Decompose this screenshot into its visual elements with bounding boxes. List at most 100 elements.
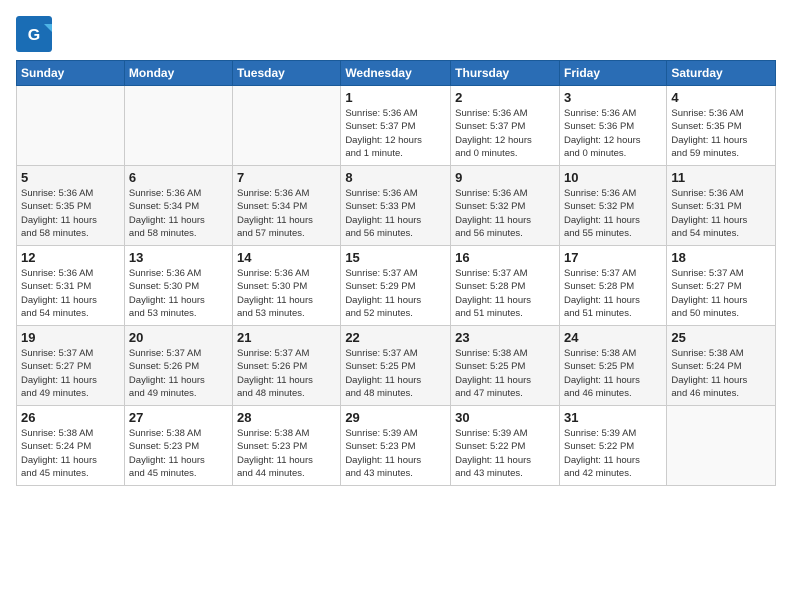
- day-info: Sunrise: 5:36 AM Sunset: 5:37 PM Dayligh…: [345, 107, 446, 160]
- calendar-cell: 1 Sunrise: 5:36 AM Sunset: 5:37 PM Daylig…: [341, 86, 451, 166]
- day-info: Sunrise: 5:39 AM Sunset: 5:23 PM Dayligh…: [345, 427, 446, 480]
- calendar-cell: 22 Sunrise: 5:37 AM Sunset: 5:25 PM Dayli…: [341, 326, 451, 406]
- logo: G: [16, 16, 56, 52]
- day-number: 24: [564, 330, 662, 345]
- logo-icon: G: [16, 16, 52, 52]
- day-number: 13: [129, 250, 228, 265]
- calendar-cell: 16Sunrise: 5:37 AM Sunset: 5:28 PM Dayli…: [451, 246, 560, 326]
- day-number: 11: [671, 170, 771, 185]
- calendar-header-saturday: Saturday: [667, 61, 776, 86]
- day-number: 7: [237, 170, 336, 185]
- calendar-cell: [233, 86, 341, 166]
- calendar-cell: 13Sunrise: 5:36 AM Sunset: 5:30 PM Dayli…: [124, 246, 232, 326]
- day-number: 8: [345, 170, 446, 185]
- day-number: 26: [21, 410, 120, 425]
- day-info: Sunrise: 5:39 AM Sunset: 5:22 PM Dayligh…: [564, 427, 662, 480]
- day-number: 22: [345, 330, 446, 345]
- day-info: Sunrise: 5:37 AM Sunset: 5:26 PM Dayligh…: [237, 347, 336, 400]
- day-number: 9: [455, 170, 555, 185]
- calendar-cell: 15 Sunrise: 5:37 AM Sunset: 5:29 PM Dayli…: [341, 246, 451, 326]
- calendar-cell: 27 Sunrise: 5:38 AM Sunset: 5:23 PM Dayli…: [124, 406, 232, 486]
- calendar-header-tuesday: Tuesday: [233, 61, 341, 86]
- day-number: 3: [564, 90, 662, 105]
- day-info: Sunrise: 5:36 AM Sunset: 5:31 PM Dayligh…: [671, 187, 771, 240]
- calendar-cell: 25 Sunrise: 5:38 AM Sunset: 5:24 PM Dayli…: [667, 326, 776, 406]
- calendar-cell: 20 Sunrise: 5:37 AM Sunset: 5:26 PM Dayli…: [124, 326, 232, 406]
- day-info: Sunrise: 5:36 AM Sunset: 5:33 PM Dayligh…: [345, 187, 446, 240]
- day-number: 10: [564, 170, 662, 185]
- calendar-week-row: 1 Sunrise: 5:36 AM Sunset: 5:37 PM Daylig…: [17, 86, 776, 166]
- day-info: Sunrise: 5:36 AM Sunset: 5:30 PM Dayligh…: [237, 267, 336, 320]
- day-info: Sunrise: 5:37 AM Sunset: 5:26 PM Dayligh…: [129, 347, 228, 400]
- day-info: Sunrise: 5:36 AM Sunset: 5:34 PM Dayligh…: [237, 187, 336, 240]
- calendar-body: 1 Sunrise: 5:36 AM Sunset: 5:37 PM Daylig…: [17, 86, 776, 486]
- day-number: 18: [671, 250, 771, 265]
- day-info: Sunrise: 5:38 AM Sunset: 5:25 PM Dayligh…: [564, 347, 662, 400]
- day-number: 21: [237, 330, 336, 345]
- calendar-cell: 11 Sunrise: 5:36 AM Sunset: 5:31 PM Dayli…: [667, 166, 776, 246]
- calendar-cell: [124, 86, 232, 166]
- calendar-header-row: SundayMondayTuesdayWednesdayThursdayFrid…: [17, 61, 776, 86]
- day-number: 25: [671, 330, 771, 345]
- calendar-week-row: 19Sunrise: 5:37 AM Sunset: 5:27 PM Dayli…: [17, 326, 776, 406]
- calendar-cell: [667, 406, 776, 486]
- calendar-cell: 3 Sunrise: 5:36 AM Sunset: 5:36 PM Daylig…: [559, 86, 666, 166]
- calendar-cell: 14 Sunrise: 5:36 AM Sunset: 5:30 PM Dayli…: [233, 246, 341, 326]
- day-info: Sunrise: 5:39 AM Sunset: 5:22 PM Dayligh…: [455, 427, 555, 480]
- day-info: Sunrise: 5:38 AM Sunset: 5:23 PM Dayligh…: [237, 427, 336, 480]
- day-info: Sunrise: 5:36 AM Sunset: 5:32 PM Dayligh…: [564, 187, 662, 240]
- day-info: Sunrise: 5:37 AM Sunset: 5:27 PM Dayligh…: [671, 267, 771, 320]
- calendar-cell: 31Sunrise: 5:39 AM Sunset: 5:22 PM Dayli…: [559, 406, 666, 486]
- day-number: 4: [671, 90, 771, 105]
- calendar-cell: 21 Sunrise: 5:37 AM Sunset: 5:26 PM Dayli…: [233, 326, 341, 406]
- day-info: Sunrise: 5:38 AM Sunset: 5:24 PM Dayligh…: [21, 427, 120, 480]
- svg-text:G: G: [28, 27, 40, 44]
- day-info: Sunrise: 5:36 AM Sunset: 5:34 PM Dayligh…: [129, 187, 228, 240]
- day-info: Sunrise: 5:36 AM Sunset: 5:31 PM Dayligh…: [21, 267, 120, 320]
- calendar-cell: 24 Sunrise: 5:38 AM Sunset: 5:25 PM Dayli…: [559, 326, 666, 406]
- calendar-cell: 4Sunrise: 5:36 AM Sunset: 5:35 PM Daylig…: [667, 86, 776, 166]
- calendar-cell: 19Sunrise: 5:37 AM Sunset: 5:27 PM Dayli…: [17, 326, 125, 406]
- day-info: Sunrise: 5:38 AM Sunset: 5:25 PM Dayligh…: [455, 347, 555, 400]
- calendar-cell: 26 Sunrise: 5:38 AM Sunset: 5:24 PM Dayli…: [17, 406, 125, 486]
- day-number: 1: [345, 90, 446, 105]
- day-info: Sunrise: 5:36 AM Sunset: 5:36 PM Dayligh…: [564, 107, 662, 160]
- day-info: Sunrise: 5:36 AM Sunset: 5:37 PM Dayligh…: [455, 107, 555, 160]
- calendar-header-thursday: Thursday: [451, 61, 560, 86]
- calendar-cell: [17, 86, 125, 166]
- calendar-header-wednesday: Wednesday: [341, 61, 451, 86]
- calendar-cell: 6 Sunrise: 5:36 AM Sunset: 5:34 PM Daylig…: [124, 166, 232, 246]
- day-info: Sunrise: 5:38 AM Sunset: 5:24 PM Dayligh…: [671, 347, 771, 400]
- calendar-cell: 10 Sunrise: 5:36 AM Sunset: 5:32 PM Dayli…: [559, 166, 666, 246]
- day-number: 14: [237, 250, 336, 265]
- calendar-cell: 7 Sunrise: 5:36 AM Sunset: 5:34 PM Daylig…: [233, 166, 341, 246]
- day-number: 6: [129, 170, 228, 185]
- day-number: 23: [455, 330, 555, 345]
- calendar-header-monday: Monday: [124, 61, 232, 86]
- calendar-cell: 29Sunrise: 5:39 AM Sunset: 5:23 PM Dayli…: [341, 406, 451, 486]
- day-info: Sunrise: 5:37 AM Sunset: 5:27 PM Dayligh…: [21, 347, 120, 400]
- calendar-cell: 2Sunrise: 5:36 AM Sunset: 5:37 PM Daylig…: [451, 86, 560, 166]
- calendar-cell: 18 Sunrise: 5:37 AM Sunset: 5:27 PM Dayli…: [667, 246, 776, 326]
- day-number: 20: [129, 330, 228, 345]
- day-info: Sunrise: 5:37 AM Sunset: 5:29 PM Dayligh…: [345, 267, 446, 320]
- day-info: Sunrise: 5:37 AM Sunset: 5:28 PM Dayligh…: [564, 267, 662, 320]
- calendar-cell: 12 Sunrise: 5:36 AM Sunset: 5:31 PM Dayli…: [17, 246, 125, 326]
- day-info: Sunrise: 5:37 AM Sunset: 5:25 PM Dayligh…: [345, 347, 446, 400]
- day-info: Sunrise: 5:37 AM Sunset: 5:28 PM Dayligh…: [455, 267, 555, 320]
- day-info: Sunrise: 5:38 AM Sunset: 5:23 PM Dayligh…: [129, 427, 228, 480]
- day-number: 27: [129, 410, 228, 425]
- day-number: 17: [564, 250, 662, 265]
- calendar-week-row: 5Sunrise: 5:36 AM Sunset: 5:35 PM Daylig…: [17, 166, 776, 246]
- calendar-cell: 5Sunrise: 5:36 AM Sunset: 5:35 PM Daylig…: [17, 166, 125, 246]
- calendar-header-friday: Friday: [559, 61, 666, 86]
- calendar-cell: 28Sunrise: 5:38 AM Sunset: 5:23 PM Dayli…: [233, 406, 341, 486]
- calendar-cell: 9Sunrise: 5:36 AM Sunset: 5:32 PM Daylig…: [451, 166, 560, 246]
- day-info: Sunrise: 5:36 AM Sunset: 5:35 PM Dayligh…: [21, 187, 120, 240]
- day-number: 12: [21, 250, 120, 265]
- calendar-cell: 30 Sunrise: 5:39 AM Sunset: 5:22 PM Dayli…: [451, 406, 560, 486]
- calendar-cell: 23 Sunrise: 5:38 AM Sunset: 5:25 PM Dayli…: [451, 326, 560, 406]
- calendar-week-row: 12 Sunrise: 5:36 AM Sunset: 5:31 PM Dayli…: [17, 246, 776, 326]
- day-number: 30: [455, 410, 555, 425]
- day-number: 15: [345, 250, 446, 265]
